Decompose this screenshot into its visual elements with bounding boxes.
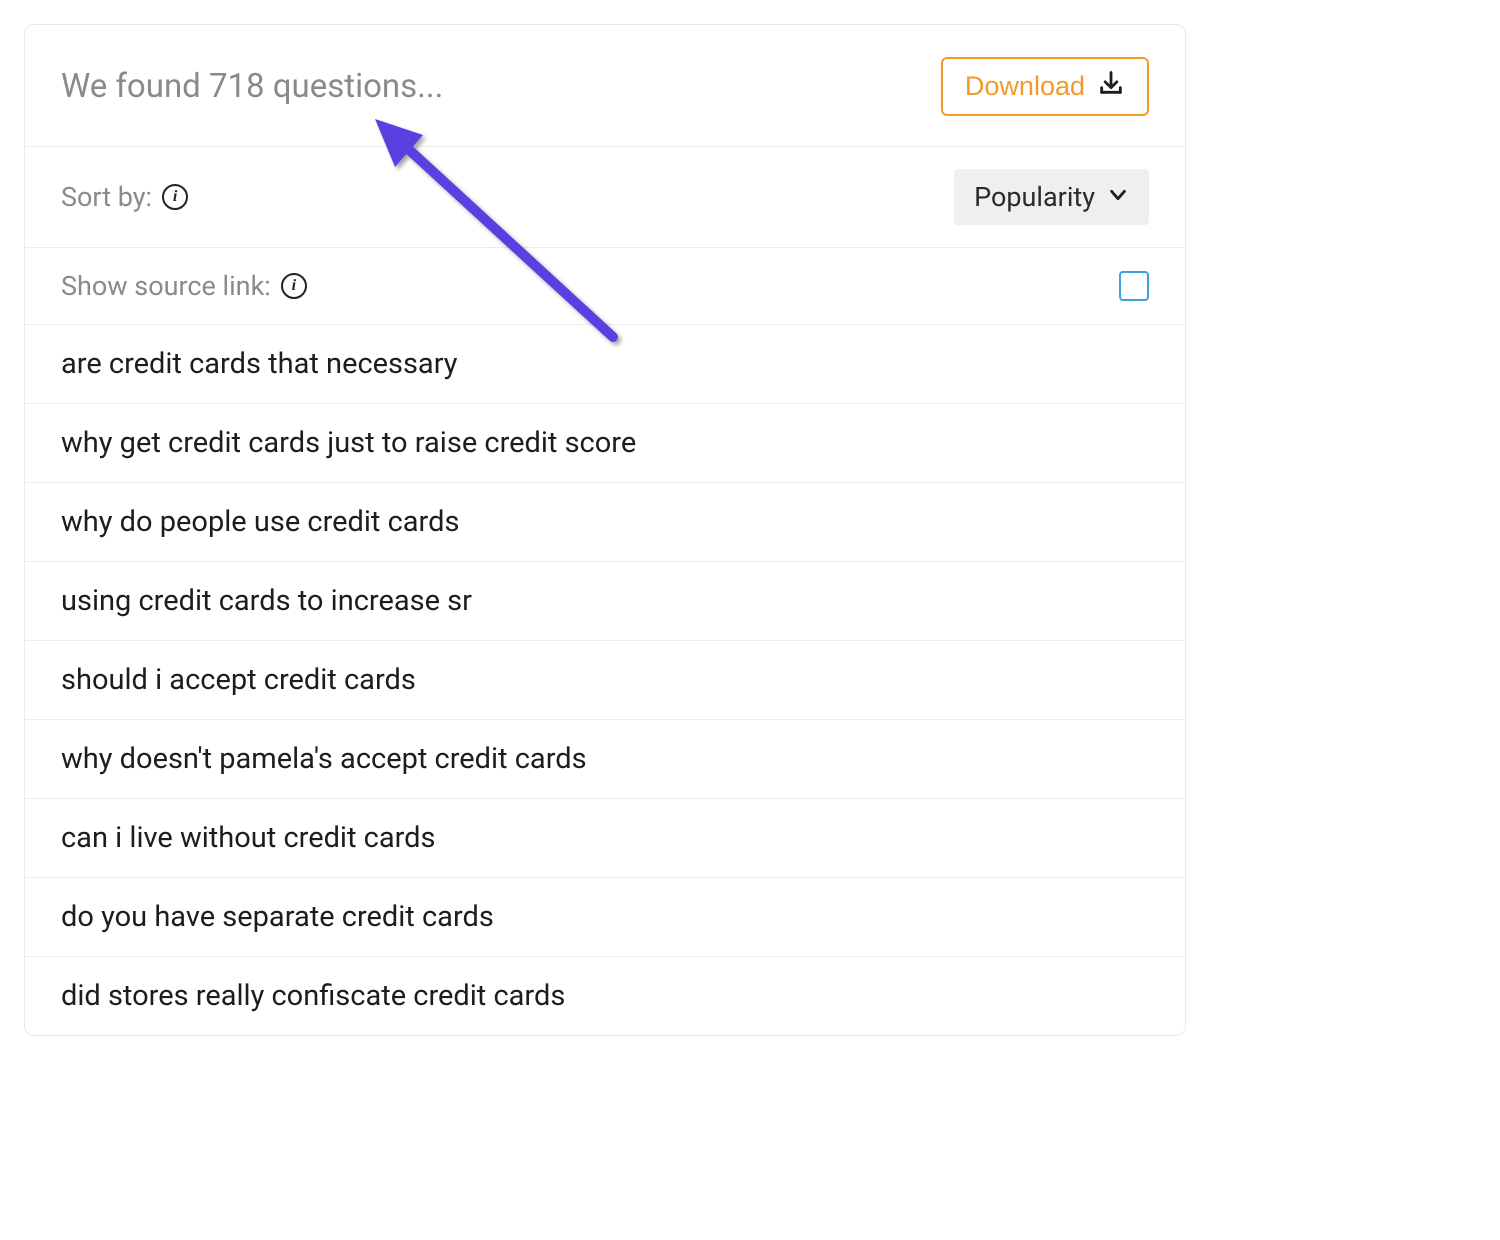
info-icon[interactable]: i: [162, 184, 188, 210]
source-link-checkbox[interactable]: [1119, 271, 1149, 301]
download-icon: [1097, 69, 1125, 104]
results-card: We found 718 questions... Download Sort …: [24, 24, 1186, 1036]
source-link-label-group: Show source link: i: [61, 270, 307, 302]
questions-list: are credit cards that necessary why get …: [25, 325, 1185, 1035]
source-link-row: Show source link: i: [25, 248, 1185, 325]
list-item[interactable]: using credit cards to increase sr: [25, 562, 1185, 641]
list-item[interactable]: can i live without credit cards: [25, 799, 1185, 878]
results-count-title: We found 718 questions...: [61, 67, 443, 106]
download-button[interactable]: Download: [941, 57, 1149, 116]
results-header: We found 718 questions... Download: [25, 25, 1185, 147]
list-item[interactable]: why doesn't pamela's accept credit cards: [25, 720, 1185, 799]
list-item[interactable]: why do people use credit cards: [25, 483, 1185, 562]
list-item[interactable]: why get credit cards just to raise credi…: [25, 404, 1185, 483]
list-item[interactable]: are credit cards that necessary: [25, 325, 1185, 404]
list-item[interactable]: should i accept credit cards: [25, 641, 1185, 720]
source-link-label: Show source link:: [61, 270, 271, 302]
info-icon[interactable]: i: [281, 273, 307, 299]
sort-label: Sort by:: [61, 181, 152, 213]
chevron-down-icon: [1107, 181, 1129, 213]
sort-select[interactable]: Popularity: [954, 169, 1149, 225]
sort-row: Sort by: i Popularity: [25, 147, 1185, 248]
sort-selected-value: Popularity: [974, 181, 1095, 213]
list-item[interactable]: did stores really confiscate credit card…: [25, 957, 1185, 1035]
sort-label-group: Sort by: i: [61, 181, 188, 213]
list-item[interactable]: do you have separate credit cards: [25, 878, 1185, 957]
download-button-label: Download: [965, 71, 1085, 102]
